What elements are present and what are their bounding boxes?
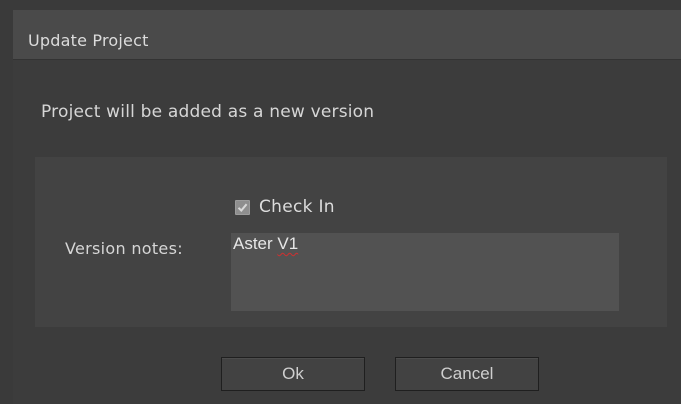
update-project-dialog: Update Project Project will be added as … [13,10,681,404]
version-notes-text: Aster V1 [233,233,619,254]
checkmark-icon [237,203,248,212]
spellcheck-word: V1 [277,234,299,253]
checkin-checkbox[interactable] [235,199,250,215]
options-panel: Check In Version notes: Aster V1 [35,157,667,327]
version-notes-value: Aster [233,234,278,253]
dialog-title: Update Project [28,31,149,50]
dialog-titlebar[interactable]: Update Project [13,10,681,60]
cancel-button[interactable]: Cancel [395,357,539,391]
checkin-row[interactable]: Check In [235,197,335,217]
checkin-label[interactable]: Check In [259,197,335,217]
version-notes-label: Version notes: [65,239,183,258]
version-notes-textarea[interactable]: Aster V1 [231,233,619,311]
dialog-message: Project will be added as a new version [41,102,375,122]
ok-button[interactable]: Ok [221,357,365,391]
